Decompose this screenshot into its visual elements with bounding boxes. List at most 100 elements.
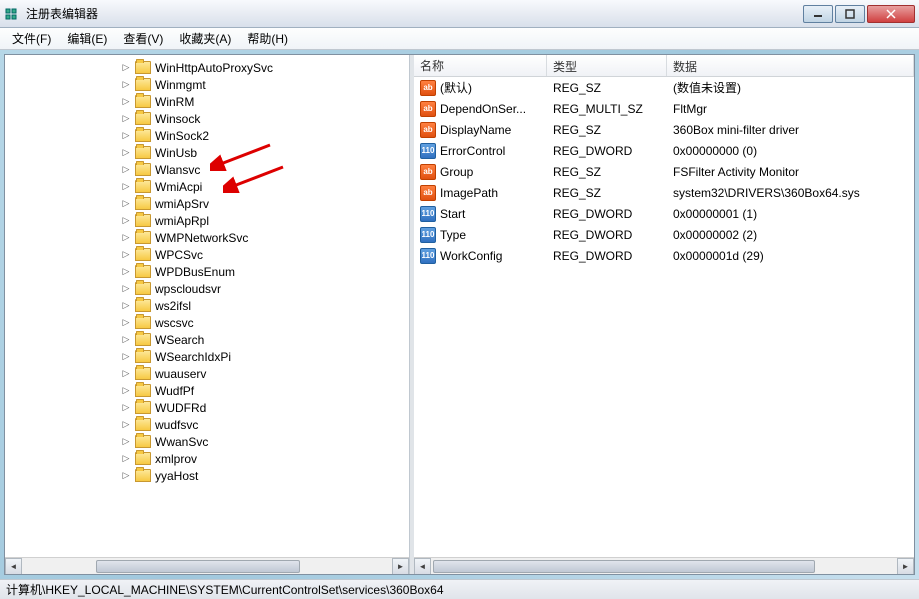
tree-pane[interactable]: ▷WinHttpAutoProxySvc▷Winmgmt▷WinRM▷Winso…: [5, 55, 410, 574]
tree-item[interactable]: ▷ yyaHost: [121, 467, 409, 484]
scroll-right-button[interactable]: ►: [392, 558, 409, 575]
tree-item[interactable]: ▷ws2ifsl: [121, 297, 409, 314]
tree-item[interactable]: ▷ WinHttpAutoProxySvc: [121, 59, 409, 76]
tree-item[interactable]: ▷WMPNetworkSvc: [121, 229, 409, 246]
string-value-icon: ab: [420, 80, 436, 96]
folder-icon: [135, 435, 151, 448]
tree-item[interactable]: ▷WSearch: [121, 331, 409, 348]
expand-icon[interactable]: ▷: [121, 131, 131, 141]
expand-icon[interactable]: ▷: [121, 97, 131, 107]
scroll-thumb[interactable]: [433, 560, 815, 573]
tree-item[interactable]: ▷WinRM: [121, 93, 409, 110]
tree-item[interactable]: ▷WwanSvc: [121, 433, 409, 450]
tree-item[interactable]: ▷ wudfsvc: [121, 416, 409, 433]
menu-file[interactable]: 文件(F): [4, 28, 59, 49]
tree-item[interactable]: ▷WinSock2: [121, 127, 409, 144]
list-row[interactable]: 110TypeREG_DWORD0x00000002 (2): [414, 224, 914, 245]
expand-icon[interactable]: ▷: [121, 284, 131, 294]
expand-icon[interactable]: ▷: [121, 182, 131, 192]
tree-item[interactable]: ▷wmiApSrv: [121, 195, 409, 212]
tree-item[interactable]: ▷WSearchIdxPi: [121, 348, 409, 365]
tree-item[interactable]: ▷WPCSvc: [121, 246, 409, 263]
scroll-left-button[interactable]: ◄: [414, 558, 431, 575]
tree-item[interactable]: ▷WudfPf: [121, 382, 409, 399]
expand-icon[interactable]: ▷: [121, 386, 131, 396]
expand-icon[interactable]: ▷: [121, 216, 131, 226]
scroll-thumb[interactable]: [96, 560, 300, 573]
value-data: 0x0000001d (29): [667, 247, 914, 265]
header-data[interactable]: 数据: [667, 55, 914, 76]
scroll-right-button[interactable]: ►: [897, 558, 914, 575]
list-pane[interactable]: 名称 类型 数据 ab(默认)REG_SZ(数值未设置)abDependOnSe…: [414, 55, 914, 574]
value-type: REG_SZ: [547, 184, 667, 202]
tree-hscrollbar[interactable]: ◄ ►: [5, 557, 409, 574]
value-name: DisplayName: [440, 123, 511, 137]
titlebar[interactable]: 注册表编辑器: [0, 0, 919, 28]
expand-icon[interactable]: ▷: [121, 267, 131, 277]
expand-icon[interactable]: ▷: [121, 437, 131, 447]
list-row[interactable]: 110ErrorControlREG_DWORD0x00000000 (0): [414, 140, 914, 161]
list-row[interactable]: abDependOnSer...REG_MULTI_SZFltMgr: [414, 98, 914, 119]
scroll-left-button[interactable]: ◄: [5, 558, 22, 575]
expand-icon[interactable]: ▷: [121, 63, 131, 73]
close-button[interactable]: [867, 5, 915, 23]
list-row[interactable]: ab(默认)REG_SZ(数值未设置): [414, 77, 914, 98]
menu-view[interactable]: 查看(V): [115, 28, 171, 49]
menu-help[interactable]: 帮助(H): [239, 28, 296, 49]
tree-item[interactable]: ▷Wlansvc: [121, 161, 409, 178]
list-row[interactable]: abImagePathREG_SZsystem32\DRIVERS\360Box…: [414, 182, 914, 203]
expand-icon[interactable]: ▷: [121, 454, 131, 464]
tree-item[interactable]: ▷WinUsb: [121, 144, 409, 161]
expand-icon[interactable]: ▷: [121, 318, 131, 328]
menu-edit[interactable]: 编辑(E): [59, 28, 115, 49]
tree-item[interactable]: ▷wmiApRpl: [121, 212, 409, 229]
expand-icon[interactable]: ▷: [121, 301, 131, 311]
expand-icon[interactable]: ▷: [121, 250, 131, 260]
tree-item[interactable]: ▷Winmgmt: [121, 76, 409, 93]
list-hscrollbar[interactable]: ◄ ►: [414, 557, 914, 574]
value-name: (默认): [440, 79, 472, 96]
expand-icon[interactable]: ▷: [121, 80, 131, 90]
list-row[interactable]: abDisplayNameREG_SZ360Box mini-filter dr…: [414, 119, 914, 140]
tree-label: wudfsvc: [155, 418, 198, 432]
expand-icon[interactable]: ▷: [121, 335, 131, 345]
value-data: 360Box mini-filter driver: [667, 121, 914, 139]
expand-icon[interactable]: ▷: [121, 165, 131, 175]
tree-item[interactable]: ▷ Winsock: [121, 110, 409, 127]
tree-label: Winsock: [155, 112, 200, 126]
expand-icon[interactable]: ▷: [121, 148, 131, 158]
expand-icon[interactable]: ▷: [121, 420, 131, 430]
header-type[interactable]: 类型: [547, 55, 667, 76]
tree-item[interactable]: ▷ wpscloudsvr: [121, 280, 409, 297]
expand-icon[interactable]: ▷: [121, 471, 131, 481]
tree-label: wpscloudsvr: [155, 282, 221, 296]
expand-icon[interactable]: ▷: [121, 114, 131, 124]
expand-icon[interactable]: ▷: [121, 233, 131, 243]
list-row[interactable]: 110WorkConfigREG_DWORD0x0000001d (29): [414, 245, 914, 266]
expand-icon[interactable]: ▷: [121, 369, 131, 379]
value-type: REG_DWORD: [547, 205, 667, 223]
list-row[interactable]: 110StartREG_DWORD0x00000001 (1): [414, 203, 914, 224]
tree-item[interactable]: ▷wuauserv: [121, 365, 409, 382]
value-type: REG_SZ: [547, 163, 667, 181]
tree-label: yyaHost: [155, 469, 198, 483]
tree-item[interactable]: ▷WPDBusEnum: [121, 263, 409, 280]
menu-favorites[interactable]: 收藏夹(A): [171, 28, 239, 49]
expand-icon[interactable]: ▷: [121, 403, 131, 413]
minimize-button[interactable]: [803, 5, 833, 23]
header-name[interactable]: 名称: [414, 55, 547, 76]
expand-icon[interactable]: ▷: [121, 199, 131, 209]
folder-icon: [135, 299, 151, 312]
tree-item[interactable]: ▷wscsvc: [121, 314, 409, 331]
maximize-button[interactable]: [835, 5, 865, 23]
app-icon: [4, 6, 20, 22]
expand-icon[interactable]: ▷: [121, 352, 131, 362]
string-value-icon: ab: [420, 101, 436, 117]
tree-label: WmiAcpi: [155, 180, 202, 194]
registry-tree[interactable]: ▷WinHttpAutoProxySvc▷Winmgmt▷WinRM▷Winso…: [5, 55, 409, 488]
tree-item[interactable]: ▷xmlprov: [121, 450, 409, 467]
tree-label: WinHttpAutoProxySvc: [155, 61, 273, 75]
tree-item[interactable]: ▷WUDFRd: [121, 399, 409, 416]
list-row[interactable]: abGroupREG_SZFSFilter Activity Monitor: [414, 161, 914, 182]
tree-item[interactable]: ▷ WmiAcpi: [121, 178, 409, 195]
